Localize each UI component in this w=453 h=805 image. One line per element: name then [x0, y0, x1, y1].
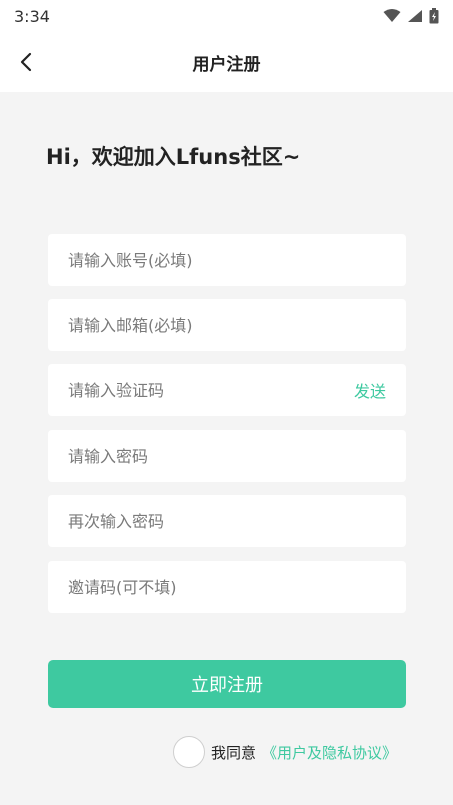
verification-code-field: 发送 — [48, 364, 406, 416]
account-field — [48, 234, 406, 286]
password-input[interactable] — [68, 446, 386, 466]
signal-icon — [408, 10, 422, 22]
app-bar: 用户注册 — [0, 32, 453, 92]
agreement-prefix: 我同意 — [211, 743, 257, 762]
confirm-password-input[interactable] — [68, 511, 386, 531]
invite-code-input[interactable] — [68, 577, 386, 597]
back-button[interactable] — [10, 46, 42, 78]
invite-code-field — [48, 561, 406, 613]
agreement-checkbox[interactable] — [173, 736, 205, 768]
send-code-button[interactable]: 发送 — [354, 378, 386, 402]
wifi-icon — [383, 9, 401, 22]
welcome-heading: Hi，欢迎加入Lfuns社区~ — [46, 145, 301, 169]
verification-code-input[interactable] — [68, 380, 354, 400]
status-icons — [383, 8, 439, 24]
register-button[interactable]: 立即注册 — [48, 660, 406, 708]
chevron-left-icon — [20, 52, 32, 72]
account-input[interactable] — [68, 250, 386, 270]
email-field — [48, 299, 406, 351]
password-field — [48, 430, 406, 482]
battery-icon — [429, 8, 439, 24]
privacy-agreement-link[interactable]: 《用户及隐私协议》 — [262, 742, 397, 763]
page-title: 用户注册 — [192, 54, 261, 75]
status-bar: 3:34 — [0, 0, 453, 32]
confirm-password-field — [48, 495, 406, 547]
agreement-row: 我同意 《用户及隐私协议》 — [173, 735, 397, 769]
status-time: 3:34 — [14, 6, 50, 26]
email-input[interactable] — [68, 315, 386, 335]
